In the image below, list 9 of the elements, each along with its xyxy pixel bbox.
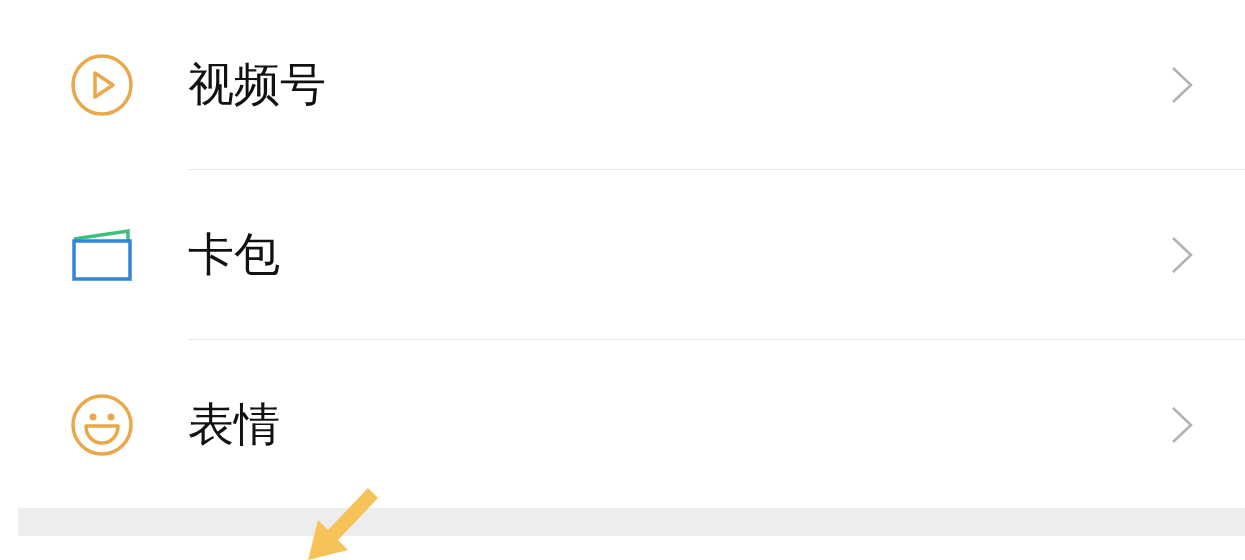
- menu-label[interactable]: 表情: [188, 394, 280, 456]
- menu-label[interactable]: 卡包: [188, 223, 280, 286]
- chevron-icon: [1171, 406, 1193, 444]
- play-icon: [70, 53, 134, 117]
- chevron-icon: [1171, 235, 1193, 274]
- wallet-icon: [70, 227, 134, 283]
- chevron-icon: [1171, 65, 1193, 104]
- menu-label[interactable]: 视频号: [188, 53, 326, 116]
- smile-icon: [70, 393, 134, 457]
